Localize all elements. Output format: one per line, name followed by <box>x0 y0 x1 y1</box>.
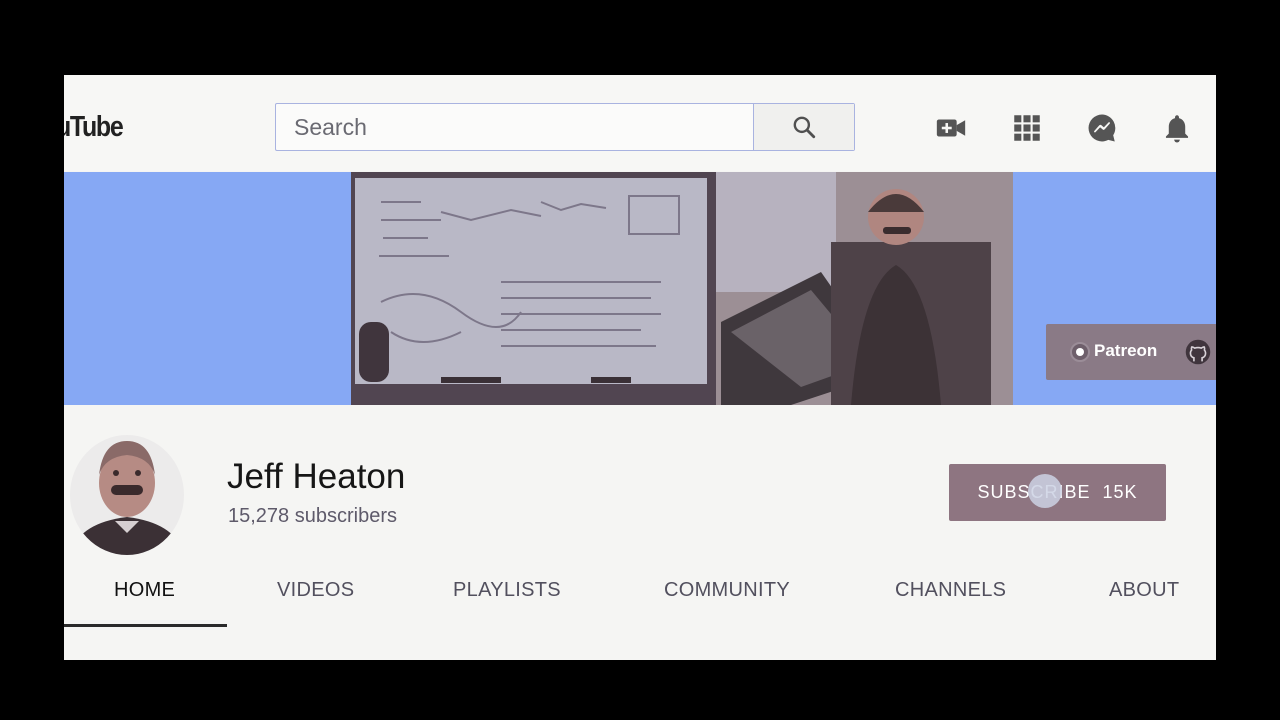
active-tab-indicator <box>64 624 227 627</box>
messages-icon[interactable] <box>1085 111 1119 145</box>
youtube-channel-page: ouTube <box>64 75 1216 660</box>
channel-banner: Patreon <box>64 172 1216 405</box>
tab-about[interactable]: ABOUT <box>1109 579 1179 602</box>
subscriber-count: 15,278 subscribers <box>228 505 397 527</box>
search-box <box>275 103 855 151</box>
search-icon <box>793 116 816 139</box>
tab-home[interactable]: HOME <box>114 579 175 602</box>
tab-community[interactable]: COMMUNITY <box>664 579 790 602</box>
video-camera-icon[interactable] <box>934 111 968 145</box>
bell-icon[interactable] <box>1160 111 1194 145</box>
youtube-logo[interactable]: ouTube <box>64 111 124 144</box>
search-button[interactable] <box>753 104 854 150</box>
tab-videos[interactable]: VIDEOS <box>277 579 354 602</box>
banner-photo <box>351 172 1013 405</box>
mouse-cursor <box>1028 474 1062 508</box>
channel-avatar[interactable] <box>70 435 184 555</box>
channel-name: Jeff Heaton <box>227 457 406 496</box>
patreon-link-label: Patreon <box>1094 341 1158 360</box>
search-input[interactable] <box>276 104 756 150</box>
tab-playlists[interactable]: PLAYLISTS <box>453 579 561 602</box>
patreon-link[interactable]: Patreon <box>1046 324 1216 380</box>
channel-tabs: HOME VIDEOS PLAYLISTS COMMUNITY CHANNELS… <box>64 572 1216 632</box>
subscribe-count: 15K <box>1102 482 1138 502</box>
github-icon[interactable] <box>1184 338 1212 366</box>
tab-channels[interactable]: CHANNELS <box>895 579 1006 602</box>
top-bar: ouTube <box>64 75 1216 171</box>
apps-grid-icon[interactable] <box>1010 111 1044 145</box>
patreon-icon <box>1070 342 1090 362</box>
